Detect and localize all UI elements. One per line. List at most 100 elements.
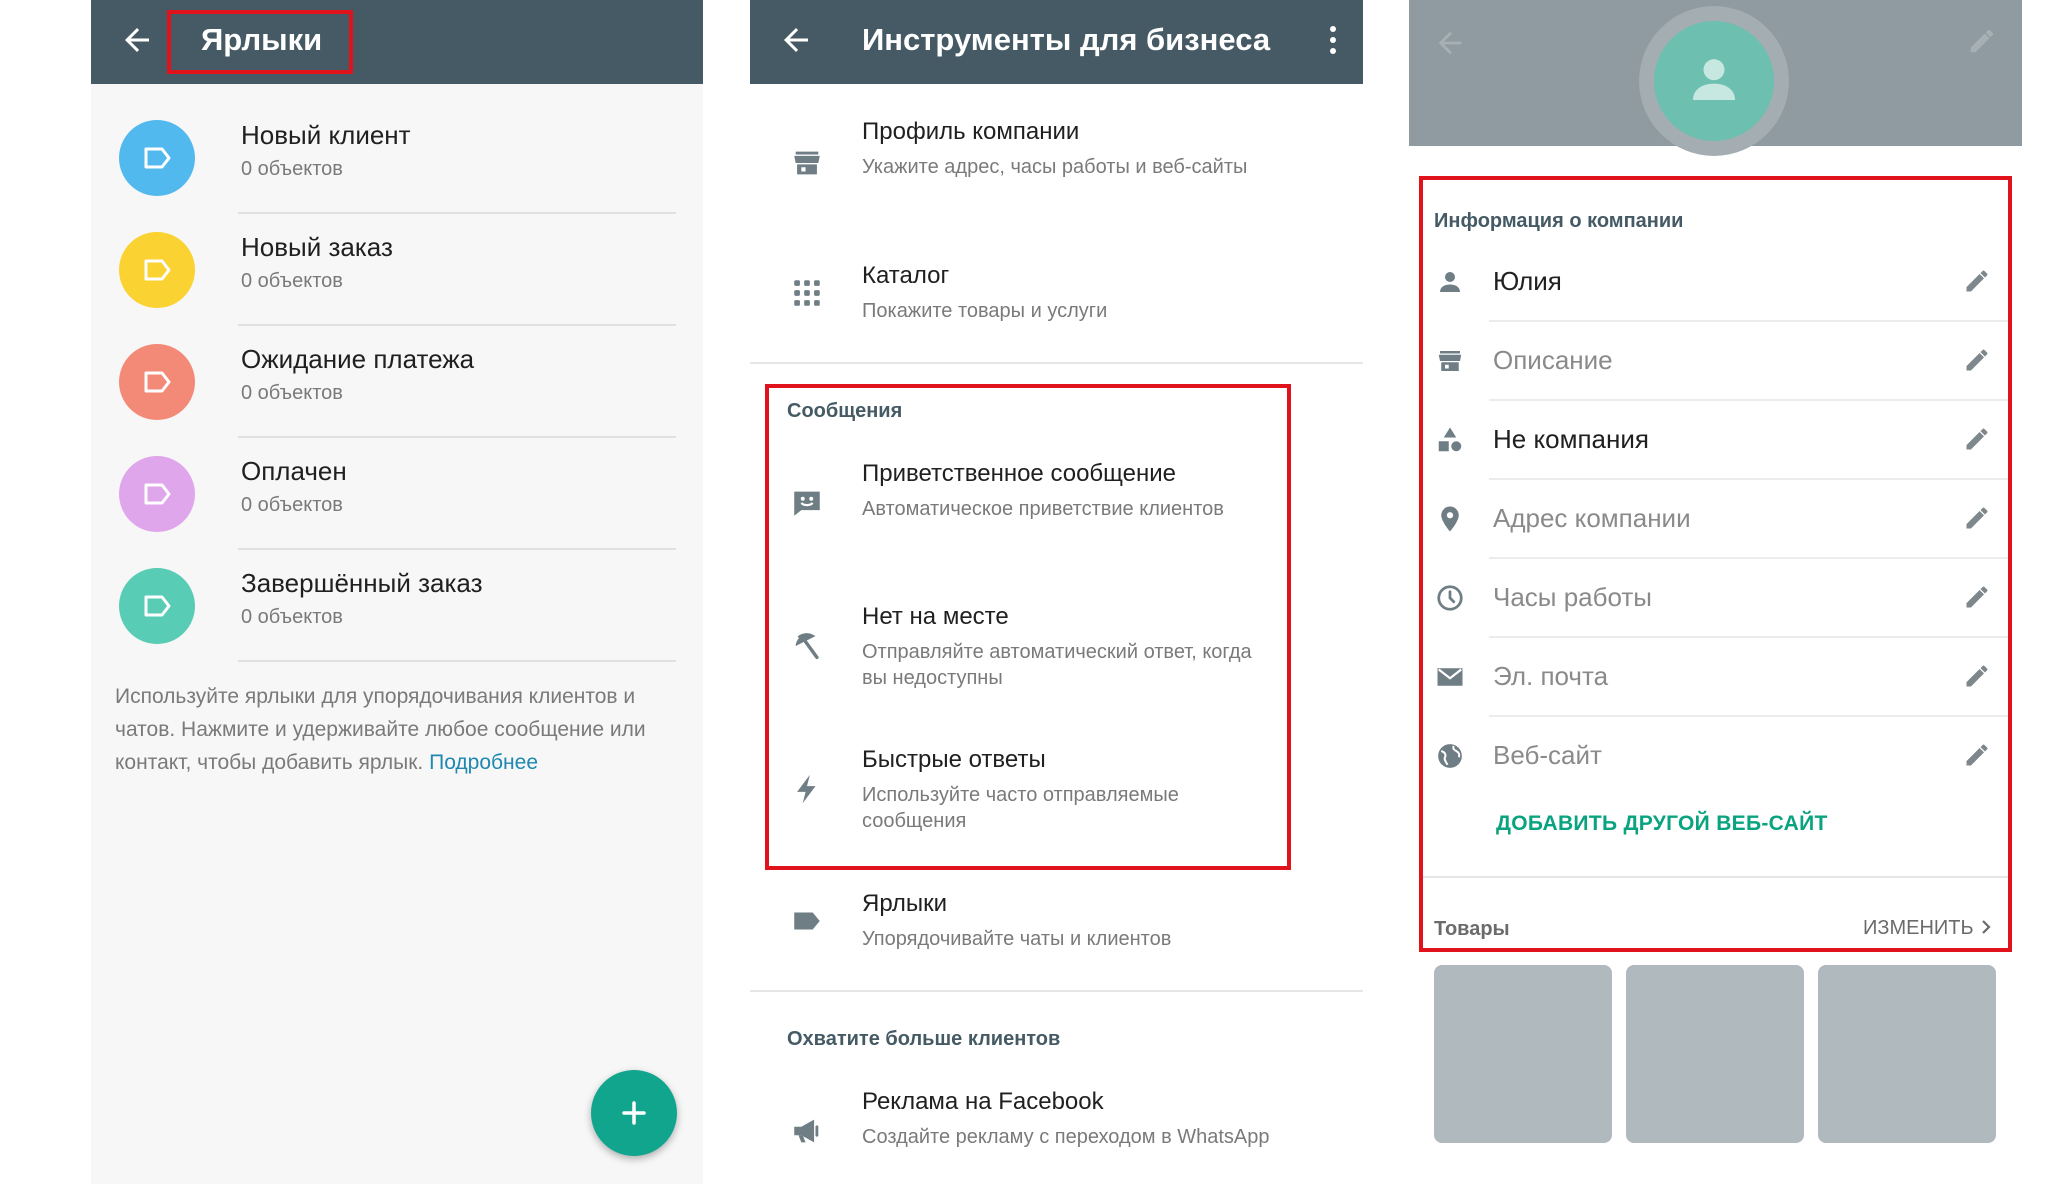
tool-item-quick-replies[interactable]: Быстрые ответы Используйте часто отправл…	[750, 738, 1363, 872]
product-thumbnail[interactable]	[1626, 965, 1804, 1143]
grid-icon	[794, 280, 820, 306]
label-item[interactable]: Новый клиент 0 объектов	[91, 102, 703, 214]
learn-more-link[interactable]: Подробнее	[429, 751, 538, 774]
label-name: Ожидание платежа	[241, 344, 475, 374]
field-website[interactable]: Веб-сайт	[1409, 717, 2022, 796]
label-item[interactable]: Ожидание платежа 0 объектов	[91, 326, 703, 438]
label-count: 0 объектов	[241, 382, 343, 404]
edit-header-icon[interactable]	[1967, 26, 1997, 56]
field-category[interactable]: Не компания	[1409, 401, 2022, 480]
lightning-icon	[797, 774, 816, 804]
field-placeholder: Описание	[1493, 345, 1613, 375]
divider	[238, 660, 676, 662]
pencil-icon[interactable]	[1963, 267, 1991, 295]
tool-subtitle: Создайте рекламу с переходом в WhatsApp	[862, 1126, 1270, 1148]
label-item[interactable]: Оплачен 0 объектов	[91, 438, 703, 550]
tool-subtitle: Отправляйте автоматический ответ, когда …	[862, 641, 1252, 689]
back-arrow-icon[interactable]	[778, 22, 814, 58]
edit-goods-label: ИЗМЕНИТЬ	[1863, 917, 1974, 939]
tag-icon	[144, 483, 171, 505]
tool-subtitle: Автоматическое приветствие клиентов	[862, 498, 1224, 520]
mail-icon	[1437, 668, 1463, 686]
tool-title: Быстрые ответы	[862, 746, 1046, 773]
clock-icon	[1437, 585, 1463, 611]
more-options-icon[interactable]	[1327, 26, 1339, 58]
page-title: Ярлыки	[201, 22, 323, 57]
product-thumbnail[interactable]	[1818, 965, 1996, 1143]
labels-screen: Ярлыки Новый клиент 0 объектов Новый зак…	[91, 0, 703, 1184]
section-header-company-info: Информация о компании	[1434, 210, 1684, 232]
field-description[interactable]: Описание	[1409, 322, 2022, 401]
tool-title: Ярлыки	[862, 890, 948, 917]
label-color-circle	[119, 568, 195, 644]
back-arrow-icon[interactable]	[1433, 26, 1467, 60]
chevron-right-icon	[1982, 920, 1991, 934]
person-icon	[1440, 272, 1460, 292]
field-hours[interactable]: Часы работы	[1409, 559, 2022, 638]
tool-item-greeting[interactable]: Приветственное сообщение Автоматическое …	[750, 452, 1363, 586]
field-email[interactable]: Эл. почта	[1409, 638, 2022, 717]
back-arrow-icon[interactable]	[119, 22, 155, 58]
pencil-icon[interactable]	[1963, 583, 1991, 611]
tag-icon	[144, 595, 171, 617]
tool-item-profile[interactable]: Профиль компании Укажите адрес, часы раб…	[750, 110, 1363, 244]
tool-title: Профиль компании	[862, 118, 1080, 145]
section-divider	[750, 362, 1363, 364]
label-color-circle	[119, 120, 195, 196]
tag-icon	[144, 259, 171, 281]
field-placeholder: Адрес компании	[1493, 503, 1691, 533]
tool-item-away[interactable]: Нет на месте Отправляйте автоматический …	[750, 595, 1363, 729]
pencil-icon[interactable]	[1963, 662, 1991, 690]
label-name: Завершённый заказ	[241, 568, 483, 598]
add-website-button[interactable]: ДОБАВИТЬ ДРУГОЙ ВЕБ-САЙТ	[1496, 812, 1828, 836]
labels-hint: Используйте ярлыки для упорядочивания кл…	[115, 680, 675, 779]
megaphone-icon	[794, 1119, 819, 1143]
tool-subtitle: Покажите товары и услуги	[862, 300, 1108, 322]
edit-goods-button[interactable]: ИЗМЕНИТЬ	[1863, 917, 1993, 940]
tool-item-catalog[interactable]: Каталог Покажите товары и услуги	[750, 254, 1363, 354]
tools-appbar: Инструменты для бизнеса	[750, 0, 1363, 84]
pencil-icon[interactable]	[1963, 425, 1991, 453]
hint-text: Используйте ярлыки для упорядочивания кл…	[115, 685, 646, 774]
page-title: Инструменты для бизнеса	[862, 22, 1271, 57]
globe-icon	[1438, 744, 1462, 768]
person-icon	[1693, 59, 1735, 100]
section-divider	[750, 990, 1363, 992]
labels-appbar: Ярлыки	[91, 0, 703, 84]
tool-item-labels[interactable]: Ярлыки Упорядочивайте чаты и клиентов	[750, 882, 1363, 982]
tool-title: Каталог	[862, 262, 950, 289]
field-value: Не компания	[1493, 424, 1649, 454]
pencil-icon[interactable]	[1963, 741, 1991, 769]
field-name[interactable]: Юлия	[1409, 243, 2022, 322]
field-placeholder: Веб-сайт	[1493, 740, 1602, 770]
add-label-button[interactable]	[591, 1070, 677, 1156]
product-thumbnail[interactable]	[1434, 965, 1612, 1143]
avatar[interactable]	[1654, 21, 1774, 141]
label-name: Новый клиент	[241, 120, 411, 150]
greeting-message-icon	[794, 491, 820, 516]
tag-icon	[144, 147, 171, 169]
section-header-messages: Сообщения	[787, 400, 903, 422]
tool-subtitle: Упорядочивайте чаты и клиентов	[862, 928, 1172, 950]
beach-umbrella-icon	[795, 633, 819, 660]
label-color-circle	[119, 344, 195, 420]
section-divider	[1419, 876, 2012, 878]
tool-subtitle: Используйте часто отправляемые сообщения	[862, 784, 1179, 832]
plus-icon	[622, 1101, 646, 1125]
store-icon	[794, 151, 820, 175]
pencil-icon[interactable]	[1963, 346, 1991, 374]
label-count: 0 объектов	[241, 270, 343, 292]
location-icon	[1441, 506, 1459, 532]
field-address[interactable]: Адрес компании	[1409, 480, 2022, 559]
label-item[interactable]: Новый заказ 0 объектов	[91, 214, 703, 326]
tool-item-facebook-ads[interactable]: Реклама на Facebook Создайте рекламу с п…	[750, 1080, 1363, 1184]
tag-icon	[144, 371, 171, 393]
tool-title: Приветственное сообщение	[862, 460, 1176, 487]
pencil-icon[interactable]	[1963, 504, 1991, 532]
tool-title: Нет на месте	[862, 603, 1009, 630]
section-header-reach: Охватите больше клиентов	[787, 1028, 1061, 1050]
label-name: Новый заказ	[241, 232, 393, 262]
field-value: Юлия	[1493, 266, 1562, 296]
label-name: Оплачен	[241, 456, 347, 486]
label-item[interactable]: Завершённый заказ 0 объектов	[91, 550, 703, 662]
